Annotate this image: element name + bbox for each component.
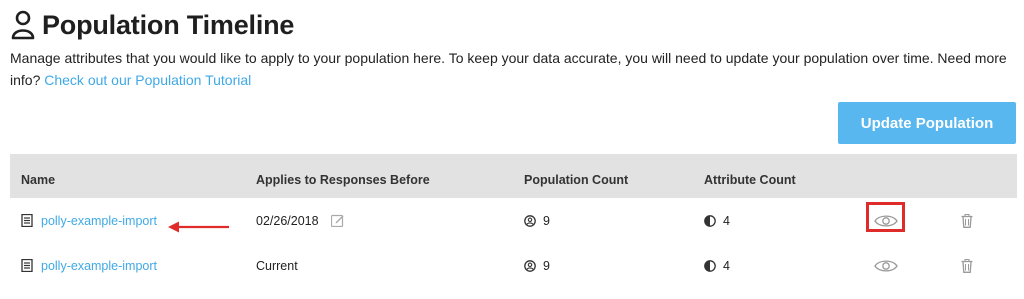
document-icon [21, 259, 33, 272]
delete-trash-icon[interactable] [961, 258, 973, 273]
applies-before-value: 02/26/2018 [256, 213, 319, 228]
table-row: polly-example-import Current 9 4 [10, 243, 1017, 288]
document-icon [21, 214, 33, 227]
page-header: Population Timeline [10, 6, 294, 44]
column-header-attribute-count[interactable]: Attribute Count [704, 173, 796, 187]
delete-trash-icon[interactable] [961, 213, 973, 228]
population-table: Name Applies to Responses Before Populat… [10, 154, 1017, 288]
attribute-count-value: 4 [723, 213, 730, 228]
column-header-population-count[interactable]: Population Count [524, 173, 628, 187]
column-header-applies-before[interactable]: Applies to Responses Before [256, 173, 430, 187]
attribute-half-circle-icon [704, 259, 716, 272]
population-name-link[interactable]: polly-example-import [41, 214, 157, 228]
table-header: Name Applies to Responses Before Populat… [10, 154, 1017, 198]
population-count-value: 9 [543, 258, 550, 273]
red-arrow-annotation [168, 221, 229, 233]
view-eye-icon[interactable] [874, 258, 898, 274]
person-circle-icon [524, 259, 536, 272]
column-header-name[interactable]: Name [21, 173, 55, 187]
population-name-link[interactable]: polly-example-import [41, 259, 157, 273]
update-population-button[interactable]: Update Population [838, 102, 1016, 144]
highlight-box-annotation [866, 202, 905, 232]
page-description: Manage attributes that you would like to… [10, 47, 1015, 91]
attribute-half-circle-icon [704, 214, 716, 227]
page-title: Population Timeline [42, 9, 295, 40]
population-count-value: 9 [543, 213, 550, 228]
person-outline-icon [11, 10, 35, 40]
applies-before-value: Current [256, 258, 298, 273]
tutorial-link[interactable]: Check out our Population Tutorial [44, 72, 251, 88]
attribute-count-value: 4 [723, 258, 730, 273]
edit-icon[interactable] [330, 214, 344, 227]
person-circle-icon [524, 214, 536, 227]
